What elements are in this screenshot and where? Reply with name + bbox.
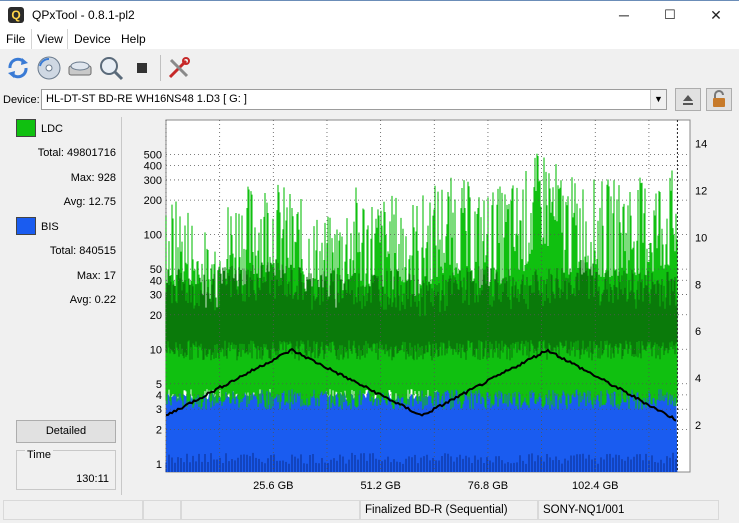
y-left-tick-label: 300 [144, 175, 162, 187]
maximize-button[interactable]: ☐ [647, 1, 693, 29]
y-right-tick-label: 2 [695, 420, 701, 432]
ldc-total: Total: 49801716 [37, 147, 116, 159]
menu-help[interactable]: Help [121, 32, 146, 46]
y-left-tick-label: 30 [150, 290, 162, 302]
y-right-tick-label: 10 [695, 232, 707, 244]
y-left-tick-label: 200 [144, 195, 162, 207]
y-left-tick-label: 100 [144, 230, 162, 242]
time-value: 130:11 [76, 473, 109, 485]
lock-icon [713, 90, 725, 107]
x-tick-label: 102.4 GB [572, 480, 618, 492]
detailed-button[interactable]: Detailed [16, 420, 116, 443]
eject-button[interactable] [675, 88, 701, 111]
menu-view[interactable]: View [37, 32, 63, 46]
toolbar-divider [160, 55, 161, 81]
y-right-tick-label: 12 [695, 185, 707, 197]
y-left-tick-label: 5 [156, 379, 162, 391]
device-value: HL-DT-ST BD-RE WH16NS48 1.D3 [ G: ] [46, 93, 247, 105]
x-tick-label: 25.6 GB [253, 480, 293, 492]
bis-label: BIS [41, 221, 59, 233]
stop-icon[interactable] [128, 54, 156, 82]
title-bar: Q QPxTool - 0.8.1-pl2 ─ ☐ ✕ [0, 0, 739, 29]
time-group: Time 130:11 [16, 449, 116, 490]
window-title: QPxTool - 0.8.1-pl2 [32, 8, 135, 22]
bis-avg: Avg: 0.22 [69, 294, 116, 306]
minimize-button[interactable]: ─ [601, 1, 647, 29]
time-label: Time [25, 449, 54, 461]
ldc-avg: Avg: 12.75 [63, 196, 116, 208]
refresh-icon[interactable] [4, 54, 32, 82]
y-left-tick-label: 4 [156, 390, 162, 402]
menu-divider [67, 29, 68, 49]
menu-device[interactable]: Device [74, 32, 111, 46]
bis-total: Total: 840515 [49, 245, 116, 257]
panel-divider [121, 117, 122, 495]
device-label: Device: [3, 94, 40, 106]
y-right-tick-label: 4 [695, 373, 701, 385]
bis-color-swatch [16, 217, 36, 235]
lock-button[interactable] [706, 88, 732, 111]
status-media-id: SONY-NQ1/001 [538, 500, 719, 520]
magnifier-icon[interactable] [97, 54, 125, 82]
status-cell-empty [143, 500, 181, 520]
chevron-down-icon[interactable]: ▼ [650, 90, 666, 109]
y-left-tick-label: 400 [144, 161, 162, 173]
y-left-tick-label: 50 [150, 264, 162, 276]
drive-eject-icon[interactable] [66, 54, 94, 82]
menu-file[interactable]: File [6, 32, 25, 46]
y-left-tick-label: 20 [150, 310, 162, 322]
status-disc-type: Finalized BD-R (Sequential) [360, 500, 538, 520]
eject-icon [683, 95, 693, 105]
close-button[interactable]: ✕ [693, 1, 739, 29]
app-logo-icon: Q [8, 7, 24, 23]
device-select[interactable]: HL-DT-ST BD-RE WH16NS48 1.D3 [ G: ] ▼ [41, 89, 667, 110]
x-tick-label: 76.8 GB [468, 480, 508, 492]
y-left-tick-label: 10 [150, 344, 162, 356]
status-cell-empty [3, 500, 143, 520]
menu-divider [31, 29, 32, 49]
y-right-tick-label: 8 [695, 279, 701, 291]
y-left-tick-label: 500 [144, 150, 162, 162]
stats-panel: LDC Total: 49801716 Max: 928 Avg: 12.75 … [3, 115, 120, 495]
status-bar: Finalized BD-R (Sequential) SONY-NQ1/001 [0, 498, 739, 523]
y-left-tick-label: 1 [156, 459, 162, 471]
y-left-tick-label: 2 [156, 424, 162, 436]
device-row: Device: HL-DT-ST BD-RE WH16NS48 1.D3 [ G… [0, 87, 739, 113]
y-right-tick-label: 6 [695, 326, 701, 338]
y-left-tick-label: 40 [150, 275, 162, 287]
menu-bar: File View Device Help [0, 29, 739, 49]
quality-chart: 1234510203040501002003004005002468101214… [144, 119, 707, 492]
ldc-label: LDC [41, 123, 64, 135]
x-tick-label: 51.2 GB [360, 480, 400, 492]
y-right-tick-label: 14 [695, 138, 707, 150]
status-cell-empty [181, 500, 360, 520]
disc-scan-icon[interactable] [35, 54, 63, 82]
bis-max: Max: 17 [76, 270, 116, 282]
y-left-tick-label: 3 [156, 404, 162, 416]
tools-icon[interactable] [165, 54, 193, 82]
ldc-color-swatch [16, 119, 36, 137]
ldc-max: Max: 928 [70, 172, 116, 184]
toolbar [0, 49, 739, 87]
